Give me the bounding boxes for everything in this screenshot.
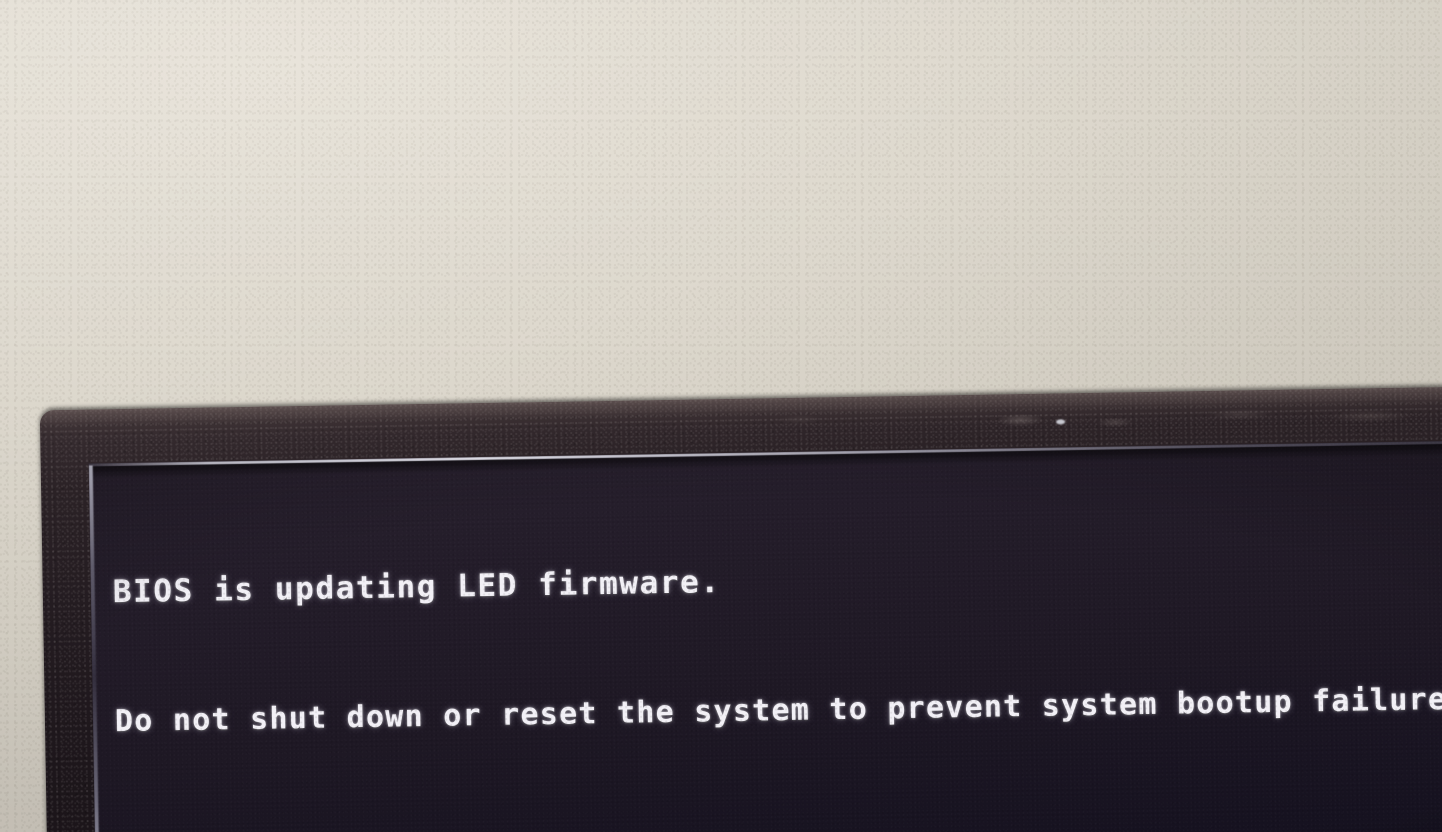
screen-noise [88, 439, 1442, 832]
monitor: BIOS is updating LED firmware. Do not sh… [0, 379, 1442, 832]
screenshot-root: BIOS is updating LED firmware. Do not sh… [0, 0, 1442, 832]
monitor-panel: BIOS is updating LED firmware. Do not sh… [88, 439, 1442, 832]
